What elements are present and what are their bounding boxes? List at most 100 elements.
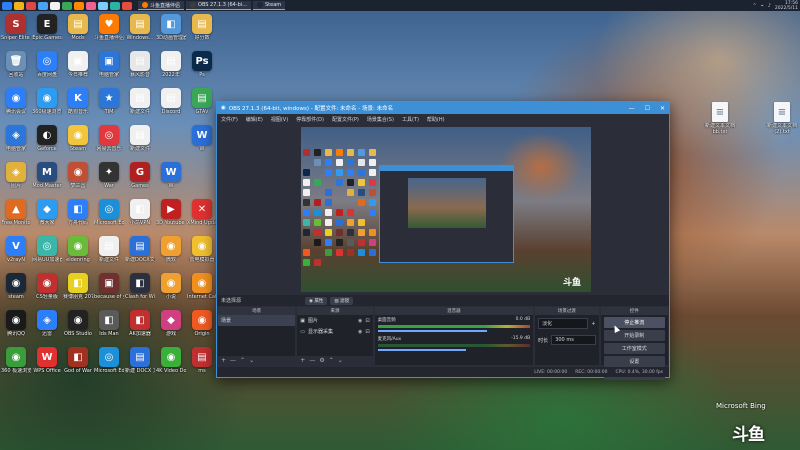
desktop-icon[interactable]: ◈ 电脑管家 (1, 123, 31, 160)
desktop-icon[interactable]: ▤ GTAV (187, 86, 217, 123)
chevron-up-icon[interactable]: ⌃ (240, 357, 245, 364)
desktop-icon[interactable]: ▤ Windows... (125, 12, 155, 49)
add-icon[interactable]: + (221, 357, 226, 364)
desktop-icon[interactable]: ◧ 方舟代码 (63, 197, 93, 234)
desktop-icon[interactable]: ◉ 微软 (156, 234, 186, 271)
desktop-icon[interactable]: K 酷狗音乐 (63, 86, 93, 123)
network-icon[interactable]: ⌁ (761, 3, 764, 9)
filters-button[interactable]: ▧ 滤镜 (330, 296, 354, 305)
obs-title-bar[interactable]: ◉ OBS 27.1.3 (64-bit, windows) - 配置文件: 未… (217, 102, 669, 114)
taskbar-task[interactable]: 斗鱼直播伴侣 (138, 1, 185, 10)
desktop-icon[interactable]: ◈ 迅雷 (32, 308, 62, 345)
desktop-icon[interactable]: ◎Microsoft Edge (94, 197, 124, 234)
taskbar-app-icon[interactable] (98, 1, 108, 10)
desktop-icon[interactable]: ★ TIM (94, 86, 124, 123)
desktop-icon[interactable]: ◉ Steam (63, 123, 93, 160)
maximize-icon[interactable]: ☐ (645, 105, 650, 112)
volume-slider[interactable] (377, 330, 488, 332)
desktop-icon[interactable]: E Epic Games (32, 12, 62, 49)
volume-slider[interactable] (377, 349, 467, 351)
desktop-icon[interactable]: ◉360 极速浏览器 (1, 345, 31, 382)
settings-button[interactable]: 设置 (603, 356, 665, 367)
desktop-icon[interactable]: ✦ War (94, 160, 124, 197)
desktop-icon[interactable]: G Games (125, 160, 155, 197)
taskbar-app-icon[interactable] (50, 1, 60, 10)
desktop-icon[interactable]: ◎ 网易云音乐 (94, 123, 124, 160)
desktop-icon[interactable]: ◉ eldenring (63, 234, 93, 271)
volume-icon[interactable]: ♪ (768, 3, 771, 9)
menu-item[interactable]: 帮助(H) (427, 116, 445, 123)
desktop-icon[interactable]: ▣ 今日推荐 (63, 49, 93, 86)
desktop-icon[interactable]: ◧ 3D动画管理器 (156, 12, 186, 49)
lock-icon[interactable]: ⊡ (365, 329, 369, 335)
desktop-icon[interactable]: ▣because of you.jpg (94, 271, 124, 308)
chevron-up-icon[interactable]: ⌃ (753, 3, 757, 9)
desktop-icon[interactable]: ▣ 电脑管家 (94, 49, 124, 86)
desktop-icon[interactable]: ▤ 2022年 (156, 49, 186, 86)
chevron-down-icon[interactable]: ⌄ (249, 357, 254, 364)
desktop-icon[interactable]: Vv2rayN (1, 234, 31, 271)
desktop-icon[interactable]: 🗑 回收站 (1, 49, 31, 86)
desktop-icon[interactable]: ▤ Mods (63, 12, 93, 49)
desktop-icon[interactable]: WW (187, 123, 217, 160)
desktop-icon[interactable]: ▤新建DOCX文档 (125, 234, 155, 271)
scene-item[interactable]: 场景 (218, 315, 296, 326)
desktop-icon[interactable]: ◉ 小说 (156, 271, 186, 308)
desktop-icon[interactable]: ◎ 网易UU加速器 (32, 234, 62, 271)
obs-preview-canvas[interactable]: 斗鱼 (301, 127, 591, 292)
desktop-icon[interactable]: ▤ 新建文件 (94, 234, 124, 271)
desktop-icon[interactable]: W WPS Office (32, 345, 62, 382)
desktop-icon[interactable]: ▤ ms (187, 345, 217, 382)
desktop-icon-text-file-1[interactable]: ≡ 新建文本文档 bb.txt (700, 100, 740, 135)
taskbar-task[interactable]: Steam (253, 1, 286, 10)
desktop-icon[interactable]: ▤ 新建文件 (125, 123, 155, 160)
desktop-icon[interactable]: ◉ CS轻量版 (32, 271, 62, 308)
menu-item[interactable]: 场景集合(S) (367, 116, 394, 123)
studio-mode-button[interactable]: 工作室模式 (603, 343, 665, 354)
desktop-icon[interactable]: ◎Microsoft Edge (94, 345, 124, 382)
desktop-icon[interactable]: ◉ 雷电模拟器 (187, 234, 217, 271)
menu-item[interactable]: 编辑(E) (246, 116, 263, 123)
gear-icon[interactable]: ⚙ (319, 357, 324, 364)
duration-input[interactable]: 300 ms (551, 335, 596, 345)
minimize-icon[interactable]: — (629, 105, 635, 112)
desktop-icon[interactable]: ▤新建 DOCX 文档.docx (125, 345, 155, 382)
source-item[interactable]: ▭ 显示器采集 ◉ ⊡ (297, 326, 372, 337)
remove-icon[interactable]: — (309, 357, 315, 364)
taskbar-app-icon[interactable] (14, 1, 24, 10)
taskbar-app-icon[interactable] (26, 1, 36, 10)
menu-item[interactable]: 配置文件(P) (332, 116, 359, 123)
desktop-icon[interactable]: ♥ 斗鱼直播伴侣 (94, 12, 124, 49)
desktop-icon[interactable]: ◧ AK加速器 (125, 308, 155, 345)
eye-icon[interactable]: ◉ (358, 329, 362, 335)
menu-item[interactable]: 文件(F) (221, 116, 238, 123)
menu-item[interactable]: 工具(T) (402, 116, 419, 123)
desktop-icon[interactable]: ▤ 暴风影音 (125, 49, 155, 86)
add-icon[interactable]: + (591, 321, 595, 327)
desktop-icon-text-file-2[interactable]: ≡ 新建文本文档 (2).txt (762, 100, 800, 135)
lock-icon[interactable]: ⊡ (365, 318, 369, 324)
desktop-icon[interactable]: M Mod Master (32, 160, 62, 197)
desktop-icon[interactable]: ◧ 小鸟VPN (125, 197, 155, 234)
clock[interactable]: 17:56 2022/5/11 (775, 1, 798, 11)
desktop-icon[interactable]: ▶3D Youtube Download (156, 197, 186, 234)
desktop-icon[interactable]: ◧赛博朋克 2077 (63, 271, 93, 308)
taskbar-app-icon[interactable] (74, 1, 84, 10)
desktop-icon[interactable]: ◆ 游戏 (156, 308, 186, 345)
taskbar-app-icon[interactable] (2, 1, 12, 10)
transition-type-select[interactable]: 淡化 (538, 318, 589, 329)
source-item[interactable]: ▣ 图片 ◉ ⊡ (297, 315, 372, 326)
desktop-icon[interactable]: ◉Internet Cafe Sim (187, 271, 217, 308)
menu-item[interactable]: 视图(V) (271, 116, 288, 123)
taskbar-app-icon[interactable] (62, 1, 72, 10)
desktop-icon[interactable]: SSniper Elite 4 (1, 12, 31, 49)
desktop-icon[interactable]: ◧Clash for Windows (125, 271, 155, 308)
taskbar-app-icon[interactable] (110, 1, 120, 10)
desktop-icon[interactable]: ▤ 好分数 (187, 12, 217, 49)
desktop-icon[interactable]: ◧ Ids Man (94, 308, 124, 345)
start-recording-button[interactable]: 开始录制 (603, 330, 665, 341)
desktop-icon[interactable]: ◉ steam (1, 271, 31, 308)
desktop-icon[interactable]: ◉360极速浏览器 (32, 86, 62, 123)
desktop-icon[interactable]: ✕XMind Update (187, 197, 217, 234)
close-icon[interactable]: ✕ (660, 105, 665, 112)
